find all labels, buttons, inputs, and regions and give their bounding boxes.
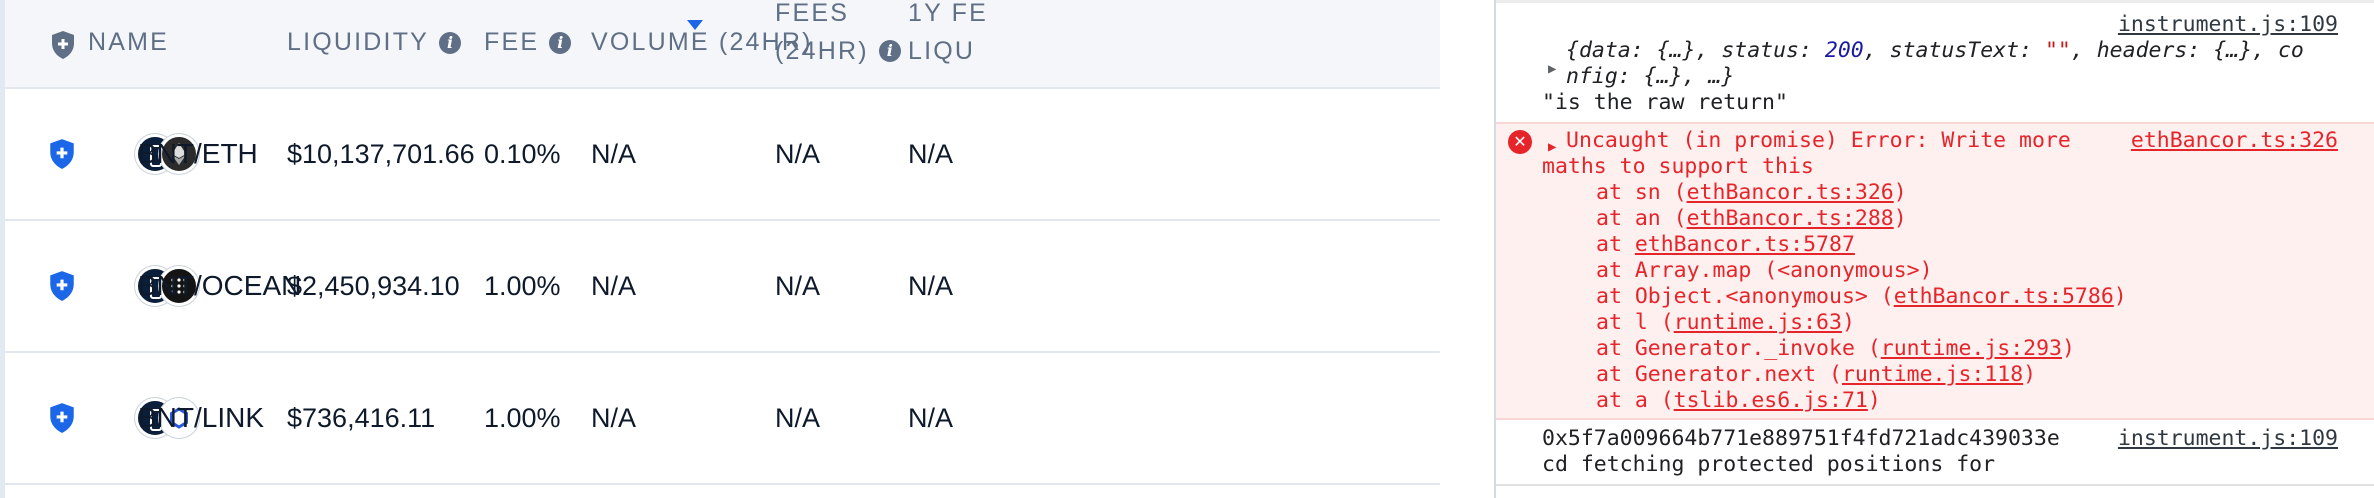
pool-1y-fees: N/A (908, 138, 954, 169)
stack-frame: at Generator._invoke (runtime.js:293) (1596, 336, 2075, 362)
header-fee[interactable]: FEE i (484, 28, 572, 57)
stack-frame-link[interactable]: runtime.js:118 (1842, 362, 2023, 387)
stack-frame: at Generator.next (runtime.js:118) (1596, 362, 2036, 388)
stack-frame-text: at l ( (1596, 310, 1674, 335)
protected-shield-icon[interactable] (50, 30, 76, 60)
log-object-preview[interactable]: {data: {…}, status: 200, statusText: "",… (1496, 38, 2374, 64)
pool-pair-name[interactable]: BNT/LINK (138, 353, 264, 483)
protected-shield-icon[interactable] (48, 270, 76, 302)
pool-fee: 1.00% (484, 270, 561, 301)
header-apr-line1: 1Y FE (908, 0, 989, 27)
stack-frame-text: at Object.<anonymous> ( (1596, 284, 1894, 309)
stack-frame-text: ) (1893, 180, 1907, 205)
header-fee-label: FEE (484, 28, 540, 56)
pool-pair-name[interactable]: BNT/OCEAN (138, 221, 301, 351)
log-status-text-value: "" (2044, 38, 2071, 63)
stack-frame-text: at Generator._invoke ( (1596, 336, 1881, 361)
stack-frame-text: at a ( (1596, 388, 1674, 413)
stack-frame-link[interactable]: ethBancor.ts:326 (1687, 180, 1894, 205)
devtools-console: instrument.js:109 ▶ {data: {…}, status: … (1496, 0, 2374, 498)
header-liquidity[interactable]: LIQUIDITY i (287, 28, 462, 57)
stack-frame-text: ) (2023, 362, 2037, 387)
pool-fees-24hr: N/A (775, 402, 821, 433)
pool-fee: 1.00% (484, 402, 561, 433)
table-row[interactable]: BNT/LINK $736,416.11 1.00% N/A N/A N/A (5, 353, 1440, 485)
pool-1y-fees: N/A (908, 270, 954, 301)
stack-frame-text: ) (1893, 206, 1907, 231)
stack-frame-text: ) (1841, 310, 1855, 335)
pool-fees-24hr: N/A (775, 270, 821, 301)
pool-volume: N/A (591, 138, 637, 169)
pool-liquidity: $736,416.11 (287, 402, 436, 433)
info-icon[interactable]: i (439, 31, 462, 54)
header-name[interactable]: NAME (88, 28, 169, 57)
pools-table: NAME LIQUIDITY i FEE i VOLUME (24HR) FEE… (0, 0, 1440, 498)
log-status-value: 200 (1824, 38, 1864, 63)
log-message: "is the raw return" (1542, 90, 1788, 115)
log-object-preview-cont: nfig: {…}, …} (1566, 64, 1735, 89)
pool-pair-name[interactable]: BNT/ETH (138, 89, 258, 219)
header-fees-line1: FEES (775, 0, 850, 27)
header-name-label: NAME (88, 28, 170, 56)
header-1y-fees-liquidity[interactable]: 1Y FE LIQU (908, 0, 988, 70)
stack-frame-text: at an ( (1596, 206, 1687, 231)
table-row[interactable]: BNT/ETH $10,137,701.66 0.10% N/A N/A N/A (5, 89, 1440, 221)
stack-frame-text: at (1596, 232, 1635, 257)
stack-frame-text: ) (2062, 336, 2075, 361)
console-top-border (1496, 0, 2374, 3)
stack-frame-text: at Generator.next ( (1596, 362, 1842, 387)
pool-volume: N/A (591, 402, 637, 433)
log-message: cd fetching protected positions for (1542, 452, 1996, 477)
stack-frame-link[interactable]: ethBancor.ts:5787 (1635, 232, 1855, 257)
protected-shield-icon[interactable] (48, 402, 76, 434)
pool-liquidity: $10,137,701.66 (287, 138, 475, 169)
info-icon[interactable]: i (878, 40, 901, 62)
stack-frame: at ethBancor.ts:5787 (1596, 232, 1855, 258)
info-icon[interactable]: i (549, 31, 572, 54)
pane-divider[interactable] (1440, 0, 1496, 498)
stack-frame-link[interactable]: tslib.es6.js:71 (1674, 388, 1868, 413)
table-header: NAME LIQUIDITY i FEE i VOLUME (24HR) FEE… (5, 0, 1440, 89)
header-fees-24hr[interactable]: FEES (24HR) i (775, 0, 901, 70)
pool-volume: N/A (591, 270, 637, 301)
stack-frame-link[interactable]: runtime.js:293 (1881, 336, 2062, 361)
error-text-line2: maths to support this (1542, 154, 1814, 179)
stack-frame-text: ) (2113, 284, 2127, 309)
stack-frame: at an (ethBancor.ts:288) (1596, 206, 1907, 232)
error-source-link[interactable]: ethBancor.ts:326 (2131, 128, 2338, 154)
pool-fees-24hr: N/A (775, 138, 821, 169)
stack-frame-link[interactable]: ethBancor.ts:5786 (1894, 284, 2114, 309)
log-source-link[interactable]: instrument.js:109 (2118, 426, 2338, 452)
pool-liquidity: $2,450,934.10 (287, 270, 460, 301)
stack-frame: at Array.map (<anonymous>) (1596, 258, 1933, 284)
pool-fee: 0.10% (484, 138, 561, 169)
stack-frame: at sn (ethBancor.ts:326) (1596, 180, 1907, 206)
stack-frame-text: at Array.map (<anonymous>) (1596, 258, 1933, 283)
console-separator (1496, 484, 2374, 486)
log-object-text: {data: {…}, status: (1566, 38, 1825, 63)
log-object-text: , statusText: (1863, 38, 2045, 63)
log-source-link[interactable]: instrument.js:109 (2118, 12, 2338, 38)
log-object-text: , headers: {…}, co (2070, 38, 2304, 63)
header-fees-line2: (24HR) (775, 37, 869, 65)
stack-frame-text: at sn ( (1596, 180, 1687, 205)
stack-frame: at Object.<anonymous> (ethBancor.ts:5786… (1596, 284, 2127, 310)
stack-frame-link[interactable]: runtime.js:63 (1674, 310, 1842, 335)
table-row[interactable]: BNT/OCEAN $2,450,934.10 1.00% N/A N/A N/… (5, 221, 1440, 353)
stack-frame-text: ) (1867, 388, 1881, 413)
stack-frame-link[interactable]: ethBancor.ts:288 (1687, 206, 1894, 231)
stack-frame: at a (tslib.es6.js:71) (1596, 388, 1881, 414)
header-apr-line2: LIQU (908, 37, 976, 65)
protected-shield-icon[interactable] (48, 138, 76, 170)
header-liquidity-label: LIQUIDITY (287, 28, 430, 56)
pool-1y-fees: N/A (908, 402, 954, 433)
stack-frame: at l (runtime.js:63) (1596, 310, 1855, 336)
